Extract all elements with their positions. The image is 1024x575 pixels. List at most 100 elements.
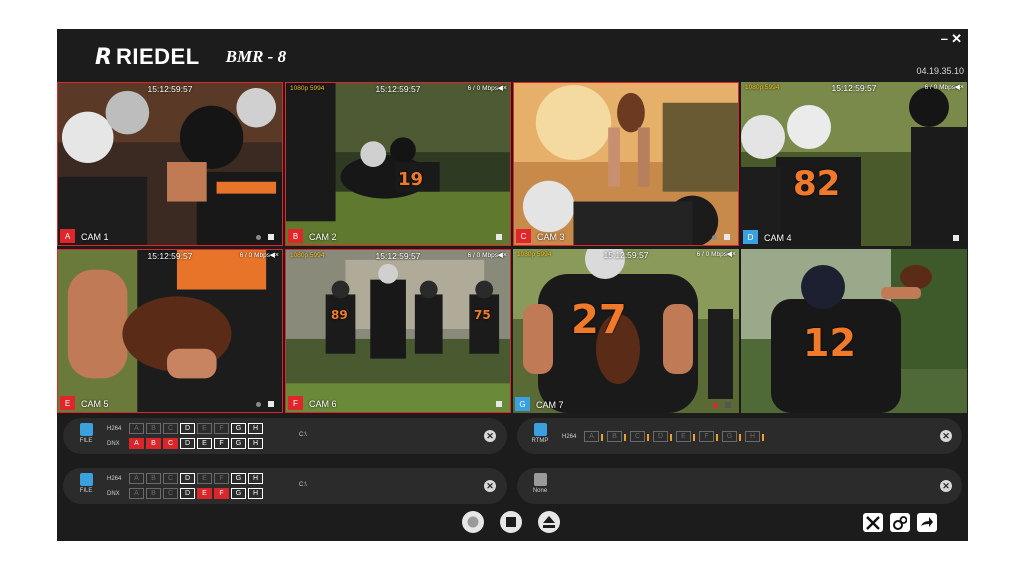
dnx-row: DNX A B C D E F G H [107, 438, 265, 449]
channel-g-dnx[interactable]: G [231, 438, 246, 449]
recorder-file-1: FILE H264 A B C D E F G H DNX A B C D E … [63, 418, 507, 454]
tile-badge: G [515, 397, 530, 411]
stop-square-icon[interactable] [496, 234, 502, 240]
channel-e-h264[interactable]: E [197, 473, 212, 484]
rtmp-device[interactable]: RTMP [529, 423, 551, 444]
settings-button[interactable] [890, 513, 910, 532]
stop-square-icon[interactable] [725, 402, 731, 408]
channel-e-h264[interactable]: E [197, 423, 212, 434]
tile-label: CAM 1 [81, 232, 109, 242]
h264-row: H264 A B C D E F G H [107, 473, 265, 484]
channel-f-h264[interactable]: F [214, 423, 229, 434]
stop-square-icon[interactable] [724, 234, 730, 240]
file-icon [79, 473, 93, 486]
speaker-mute-icon[interactable]: ◀× [727, 250, 736, 258]
camera-tile-1[interactable]: 15:12:59:57 A CAM 1 [57, 82, 283, 246]
channel-g-h264[interactable]: G [231, 473, 246, 484]
speaker-mute-icon[interactable]: ◀× [498, 84, 507, 92]
remove-recorder-button[interactable]: ✕ [940, 480, 952, 492]
channel-b-h264[interactable]: B [146, 423, 161, 434]
channel-d-h264[interactable]: D [180, 423, 195, 434]
close-button[interactable]: ✕ [951, 31, 962, 47]
channel-h-dnx[interactable]: H [248, 438, 263, 449]
exit-button[interactable] [917, 513, 937, 532]
channel-a-rtmp[interactable]: A [584, 431, 603, 442]
camera-tile-4[interactable]: 82 1080p 5994 15:12:59:57 6 / 0 Mbps ◀× … [741, 82, 967, 246]
channel-c-h264[interactable]: C [163, 423, 178, 434]
channel-g-rtmp[interactable]: G [722, 431, 741, 442]
channel-f-dnx[interactable]: F [214, 488, 229, 499]
channel-e-rtmp[interactable]: E [676, 431, 695, 442]
speaker-mute-icon[interactable]: ◀× [955, 83, 964, 91]
record-dot-icon [712, 235, 717, 240]
channel-h-h264[interactable]: H [248, 423, 263, 434]
channel-a-dnx[interactable]: A [129, 488, 144, 499]
channel-g-dnx[interactable]: G [231, 488, 246, 499]
stop-icon [506, 517, 516, 527]
version-label: 04.19.35.10 [916, 66, 964, 76]
tile-badge: E [60, 396, 75, 410]
channel-c-h264[interactable]: C [163, 473, 178, 484]
stop-square-icon[interactable] [496, 401, 502, 407]
channel-f-rtmp[interactable]: F [699, 431, 718, 442]
channel-c-rtmp[interactable]: C [630, 431, 649, 442]
device-icon [533, 473, 547, 486]
channel-b-rtmp[interactable]: B [607, 431, 626, 442]
tile-badge: B [288, 229, 303, 243]
remove-recorder-button[interactable]: ✕ [484, 480, 496, 492]
stop-square-icon[interactable] [268, 401, 274, 407]
stop-button[interactable] [500, 511, 522, 533]
channel-c-dnx[interactable]: C [163, 438, 178, 449]
channel-h-dnx[interactable]: H [248, 488, 263, 499]
channel-h-rtmp[interactable]: H [745, 431, 764, 442]
tile-label: CAM 6 [309, 399, 337, 409]
camera-tile-8[interactable]: 12 [741, 249, 967, 413]
channel-d-rtmp[interactable]: D [653, 431, 672, 442]
stop-square-icon[interactable] [953, 235, 959, 241]
jersey-number: 27 [571, 297, 627, 343]
speaker-mute-icon[interactable]: ◀× [270, 251, 279, 259]
channel-a-dnx[interactable]: A [129, 438, 144, 449]
channel-c-dnx[interactable]: C [163, 488, 178, 499]
channel-d-dnx[interactable]: D [180, 488, 195, 499]
camera-tile-7[interactable]: 27 1080p 5994 15:12:59:57 6 / 0 Mbps ◀× … [513, 249, 739, 413]
file-device[interactable]: FILE [75, 423, 97, 444]
channel-e-dnx[interactable]: E [197, 488, 212, 499]
record-dot-icon [256, 235, 261, 240]
logo-mark: R [95, 44, 112, 70]
channel-f-dnx[interactable]: F [214, 438, 229, 449]
channel-d-dnx[interactable]: D [180, 438, 195, 449]
channel-e-dnx[interactable]: E [197, 438, 212, 449]
speaker-mute-icon[interactable]: ◀× [498, 251, 507, 259]
eject-button[interactable] [538, 511, 560, 533]
channel-g-h264[interactable]: G [231, 423, 246, 434]
channel-f-h264[interactable]: F [214, 473, 229, 484]
channel-b-dnx[interactable]: B [146, 488, 161, 499]
jersey-number: 75 [474, 308, 491, 322]
h264-row: H264 A B C D E F G H [107, 423, 265, 434]
jersey-number: 19 [398, 169, 424, 190]
file-device[interactable]: FILE [75, 473, 97, 494]
remove-recorder-button[interactable]: ✕ [940, 430, 952, 442]
record-button[interactable] [462, 511, 484, 533]
channel-d-h264[interactable]: D [180, 473, 195, 484]
channel-h-h264[interactable]: H [248, 473, 263, 484]
channel-b-dnx[interactable]: B [146, 438, 161, 449]
stop-square-icon[interactable] [268, 234, 274, 240]
channel-a-h264[interactable]: A [129, 473, 144, 484]
remove-recorder-button[interactable]: ✕ [484, 430, 496, 442]
camera-tile-5[interactable]: 15:12:59:57 6 / 0 Mbps ◀× E CAM 5 [57, 249, 283, 413]
camera-tile-2[interactable]: 19 1080p 5994 15:12:59:57 6 / 0 Mbps ◀× … [285, 82, 511, 246]
camera-tile-6[interactable]: 89 75 1080p 5994 15:12:59:57 6 / 0 Mbps … [285, 249, 511, 413]
channel-b-h264[interactable]: B [146, 473, 161, 484]
tools-button[interactable] [863, 513, 883, 532]
camera-tile-3[interactable]: C CAM 3 [513, 82, 739, 246]
dnx-row: DNX A B C D E F G H [107, 488, 265, 499]
minimize-button[interactable]: – [941, 31, 948, 46]
jersey-number: 89 [331, 308, 348, 322]
rtmp-icon [533, 423, 547, 436]
tile-bitrate: 6 / 0 Mbps [924, 84, 955, 91]
recorder-file-2: FILE H264 A B C D E F G H DNX A B C D E … [63, 468, 507, 504]
channel-a-h264[interactable]: A [129, 423, 144, 434]
none-device[interactable]: None [529, 473, 551, 494]
